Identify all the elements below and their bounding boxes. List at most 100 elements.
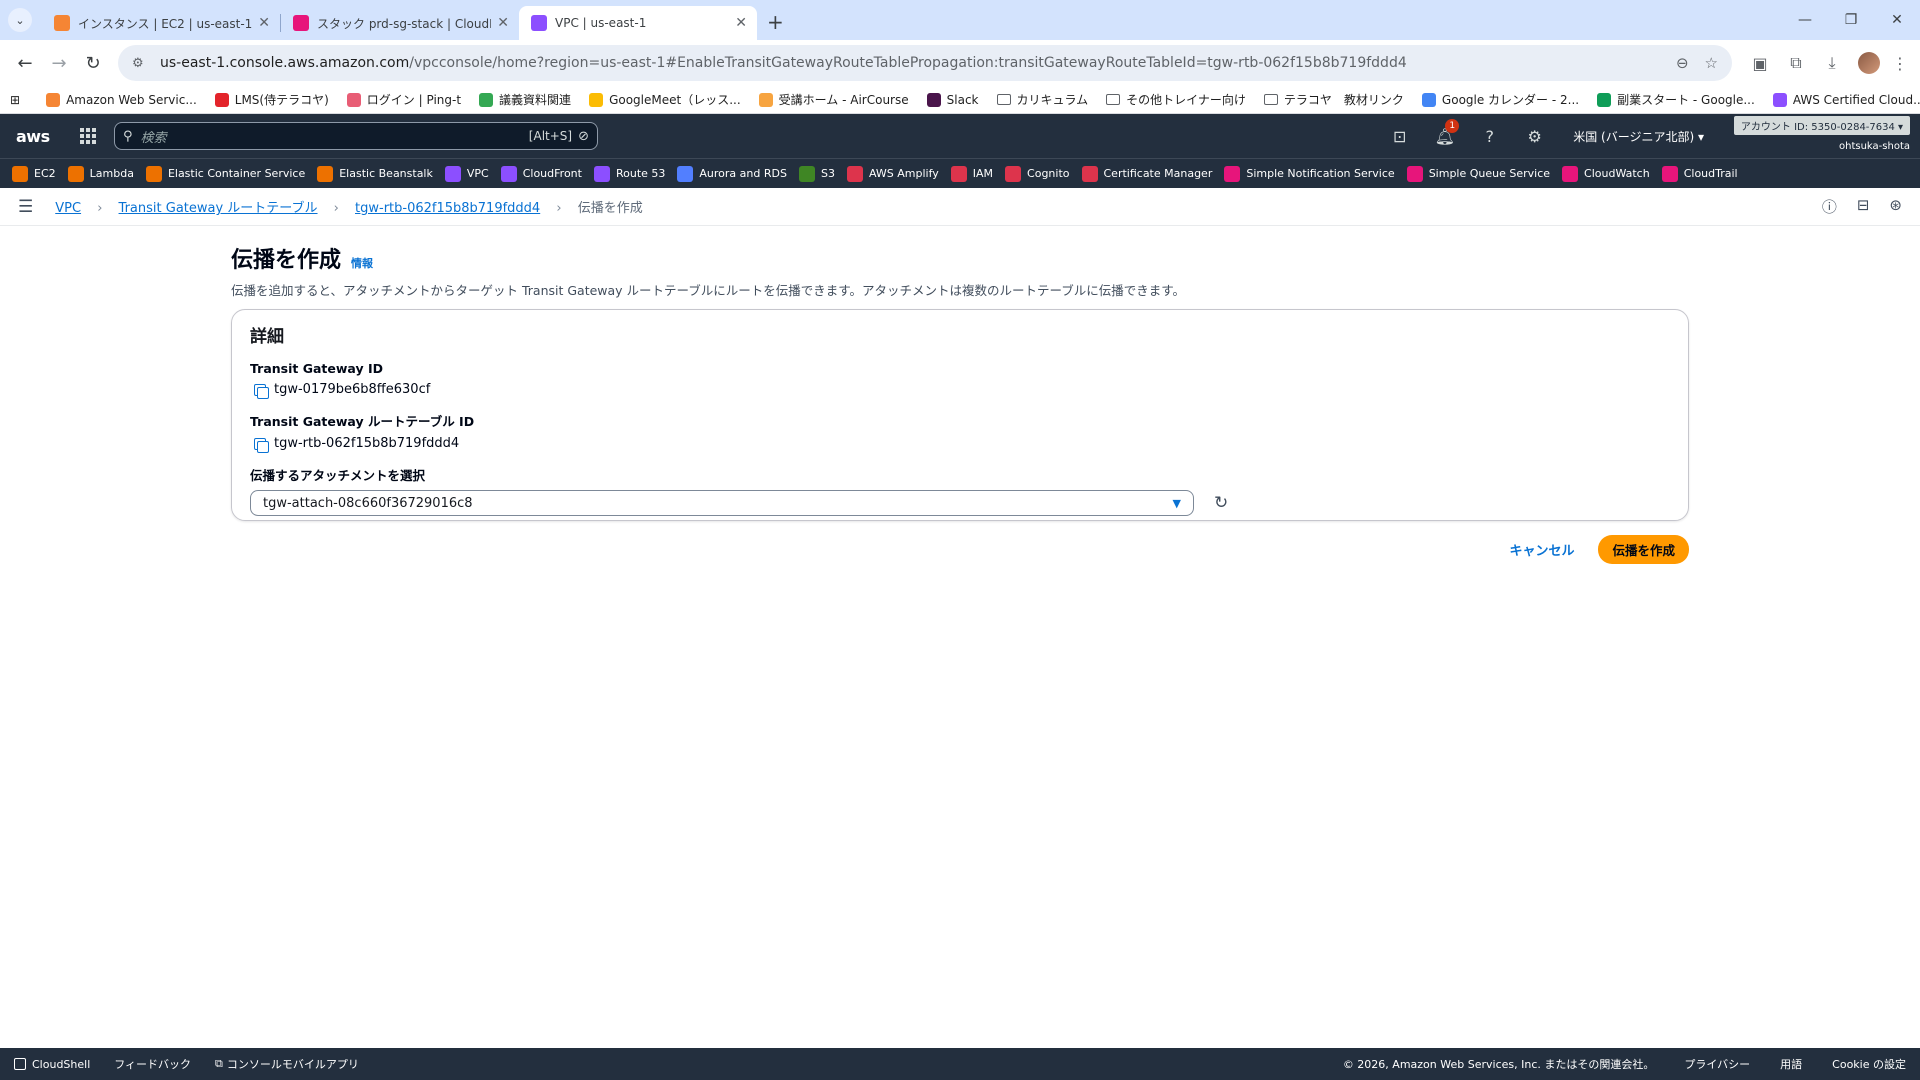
create-propagation-button[interactable]: 伝播を作成 [1598,535,1689,564]
minimize-icon[interactable]: — [1782,0,1828,40]
service-label: CloudFront [522,167,582,180]
cloudshell-icon[interactable]: ⊡ [1377,127,1422,146]
refresh-icon[interactable]: ↻ [1214,493,1228,513]
bookmark-item[interactable]: 受講ホーム - AirCourse [758,91,909,108]
copy-icon[interactable] [254,383,269,399]
service-icon [444,165,461,182]
notifications-bell-icon[interactable]: 🔔︎ 1 [1422,118,1467,146]
favorite-service-link[interactable]: Cognito [1005,165,1070,182]
favorite-service-link[interactable]: CloudTrail [1661,165,1738,182]
help-icon[interactable]: ? [1467,127,1512,146]
close-window-icon[interactable]: ✕ [1874,0,1920,40]
bookmark-favicon-icon [1421,92,1436,107]
close-tab-icon[interactable]: ✕ [258,15,270,31]
breadcrumb-vpc[interactable]: VPC [55,201,81,216]
restore-icon[interactable]: ❐ [1828,0,1874,40]
bookmark-item[interactable]: テラコヤ 教材リンク [1263,91,1404,108]
browser-tab-vpc[interactable]: VPC | us-east-1 ✕ [519,6,757,40]
browser-tab-ec2[interactable]: インスタンス | EC2 | us-east-1 ✕ [42,6,280,40]
favorite-service-link[interactable]: Elastic Container Service [145,165,305,182]
bookmark-star-icon[interactable]: ☆ [1705,54,1718,72]
attachment-select-label: 伝播するアタッチメントを選択 [250,468,426,483]
copy-icon[interactable] [254,437,269,453]
bookmark-favicon-icon [926,92,941,107]
menu-kebab-icon[interactable]: ⋮ [1888,54,1912,73]
service-icon [846,165,863,182]
cloudshell-link[interactable]: CloudShell [14,1058,90,1071]
breadcrumb-bar: ☰ VPC › Transit Gateway ルートテーブル › tgw-rt… [0,188,1920,226]
preferences-icon[interactable]: ⊛ [1889,196,1902,217]
favorite-service-link[interactable]: AWS Amplify [846,165,939,182]
bookmark-item[interactable]: AWS Certified Cloud... [1772,92,1920,107]
account-user: ohtsuka-shota [1839,141,1910,152]
feedback-link[interactable]: フィードバック [114,1056,191,1072]
bookmark-item[interactable]: LMS(侍テラコヤ) [214,91,329,108]
cancel-button[interactable]: キャンセル [1509,540,1574,559]
favorite-service-link[interactable]: Simple Notification Service [1224,165,1395,182]
favorite-service-link[interactable]: CloudFront [500,165,582,182]
site-info-icon[interactable]: ⚙ [132,56,148,71]
mobile-app-link[interactable]: ⧉ コンソールモバイルアプリ [215,1056,359,1072]
notifications-panel-icon[interactable]: ⊟ [1857,196,1870,217]
privacy-link[interactable]: プライバシー [1684,1056,1750,1072]
favorite-service-link[interactable]: Aurora and RDS [677,165,787,182]
bookmark-item[interactable]: カリキュラム [996,91,1088,108]
aws-logo[interactable]: aws [16,127,56,146]
folder-icon [1263,94,1278,105]
notification-badge: 1 [1445,118,1460,133]
info-link[interactable]: 情報 [351,255,373,271]
bookmark-item[interactable]: 議義資料関連 [479,91,571,108]
new-tab-icon[interactable]: + [767,10,784,34]
favorite-service-link[interactable]: Elastic Beanstalk [317,165,433,182]
attachment-select[interactable]: tgw-attach-08c660f36729016c8 ▼ [250,490,1194,516]
breadcrumb-tgw-route-tables[interactable]: Transit Gateway ルートテーブル [119,201,318,216]
zoom-icon[interactable]: ⊖ [1676,54,1689,72]
account-menu[interactable]: アカウント ID: 5350-0284-7634 ▾ ohtsuka-shota [1734,114,1910,158]
favorite-service-link[interactable]: Route 53 [593,165,665,182]
profile-avatar[interactable] [1858,52,1880,74]
bookmark-item[interactable]: その他トレイナー向け [1106,91,1246,108]
url-omnibox[interactable]: ⚙ us-east-1.console.aws.amazon.com/vpcco… [118,45,1732,81]
favorite-service-link[interactable]: S3 [798,165,835,182]
favorite-service-link[interactable]: VPC [444,165,489,182]
reload-icon[interactable]: ↻ [76,53,110,74]
apps-grid-icon[interactable]: ⊞ [10,93,20,107]
url-text[interactable]: us-east-1.console.aws.amazon.com/vpccons… [160,55,1660,71]
footer-right: © 2026, Amazon Web Services, Inc. またはその関… [1343,1056,1906,1072]
favorite-service-link[interactable]: EC2 [12,165,56,182]
bookmarks-bar: ⊞ Amazon Web Servic... LMS(侍テラコヤ) ログイン | P… [0,86,1920,114]
account-id[interactable]: アカウント ID: 5350-0284-7634 ▾ [1734,116,1910,135]
aws-search-input[interactable]: ⚲ 検索 [Alt+S] ⊘ [114,122,598,150]
service-icon [950,165,967,182]
close-tab-icon[interactable]: ✕ [497,15,509,31]
favorite-service-link[interactable]: Certificate Manager [1081,165,1212,182]
favorite-service-link[interactable]: Lambda [67,165,134,182]
close-tab-icon[interactable]: ✕ [735,15,747,31]
region-selector[interactable]: 米国 (バージニア北部) ▾ [1573,128,1704,145]
bookmark-item[interactable]: Amazon Web Servic... [46,92,197,107]
settings-gear-icon[interactable]: ⚙ [1512,127,1557,146]
screenshot-icon[interactable]: ▣ [1742,54,1778,73]
search-settings-icon[interactable]: ⊘ [578,129,589,144]
bookmark-item[interactable]: Slack [926,92,979,107]
breadcrumb-route-table-id[interactable]: tgw-rtb-062f15b8b719fddd4 [355,201,540,216]
bookmark-item[interactable]: 副業スタート - Google... [1597,91,1755,108]
back-icon[interactable]: ← [8,53,42,74]
favorite-service-link[interactable]: IAM [950,165,993,182]
side-nav-menu-icon[interactable]: ☰ [18,197,33,217]
info-panel-icon[interactable]: ⓘ [1822,196,1837,217]
tab-search-button[interactable]: ⌄ [8,8,32,32]
terms-link[interactable]: 用語 [1780,1056,1802,1072]
attachment-select-row: tgw-attach-08c660f36729016c8 ▼ ↻ [250,490,1670,516]
favorite-service-link[interactable]: Simple Queue Service [1406,165,1550,182]
bookmark-item[interactable]: Google カレンダー - 2... [1421,91,1579,108]
services-menu-icon[interactable] [80,128,96,144]
extensions-icon[interactable]: ⧉ [1778,53,1814,73]
download-icon[interactable]: ⤓ [1814,53,1850,73]
bookmark-item[interactable]: ログイン | Ping-t [346,91,461,108]
browser-tab-cloudformation[interactable]: スタック prd-sg-stack | CloudFor ✕ [281,6,519,40]
bookmark-item[interactable]: GoogleMeet（レッス... [589,91,741,108]
cookie-settings-link[interactable]: Cookie の設定 [1832,1056,1906,1072]
favorite-service-link[interactable]: CloudWatch [1562,165,1650,182]
forward-icon[interactable]: → [42,53,76,74]
